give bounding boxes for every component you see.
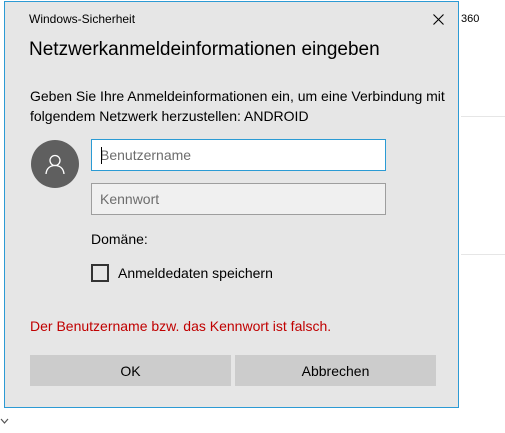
close-icon [432,13,444,25]
user-icon [45,154,65,175]
dialog-window-title: Windows-Sicherheit [29,12,136,26]
close-button[interactable] [425,8,451,30]
background-divider [461,254,505,255]
dialog-description: Geben Sie Ihre Anmeldeinformationen ein,… [30,88,445,124]
dialog-heading: Netzwerkanmeldeinformationen eingeben [29,39,380,60]
background-partial-text: 360 [461,13,480,25]
username-input[interactable] [91,139,386,171]
remember-credentials-label: Anmeldedaten speichern [118,265,273,281]
background-divider [461,116,505,117]
ok-button[interactable]: OK [30,355,231,386]
domain-label: Domäne: [91,231,148,247]
password-input[interactable] [91,183,386,215]
chevron-down-icon[interactable] [0,414,10,428]
remember-credentials-checkbox[interactable]: Anmeldedaten speichern [91,264,273,282]
text-cursor [101,147,102,164]
error-message: Der Benutzername bzw. das Kennwort ist f… [30,318,332,334]
user-avatar [31,140,79,188]
credential-dialog: Windows-Sicherheit Netzwerkanmeldeinform… [4,1,459,408]
checkbox-box[interactable] [91,264,109,282]
cancel-button[interactable]: Abbrechen [235,355,436,386]
